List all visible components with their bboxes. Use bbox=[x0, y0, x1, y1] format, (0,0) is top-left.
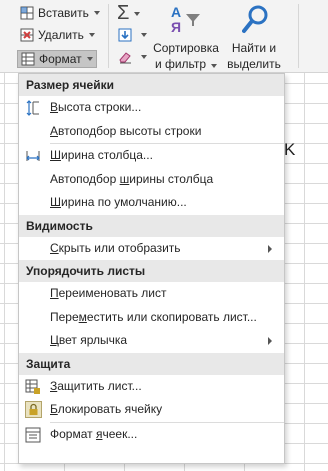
rename-sheet-label: Переименовать лист bbox=[50, 286, 167, 300]
menu-item-hide-unhide[interactable]: Скрыть или отобразить bbox=[19, 237, 284, 261]
menu-item-format-cells[interactable]: Формат ячеек... bbox=[19, 423, 284, 447]
format-button[interactable]: Формат bbox=[17, 50, 97, 68]
row-height-label-post: ысота строки... bbox=[58, 100, 142, 114]
default-width-label-hotkey: Ш bbox=[50, 195, 61, 209]
submenu-arrow-icon bbox=[268, 244, 272, 253]
autofit-row-label: Автоподбор высоты строки bbox=[50, 124, 201, 138]
autofit-row-label-post: втоподбор высоты строки bbox=[58, 123, 202, 138]
row-height-icon bbox=[25, 100, 41, 116]
column-width-label: Ширина столбца... bbox=[50, 148, 153, 162]
format-icon bbox=[21, 52, 35, 66]
chevron-down-icon bbox=[141, 33, 147, 37]
lock-icon bbox=[25, 401, 42, 418]
column-header-k: K bbox=[284, 140, 296, 159]
section-protection: Защита bbox=[19, 352, 284, 375]
rename-sheet-label-post: ереименовать лист bbox=[58, 286, 167, 300]
insert-cells-icon bbox=[20, 6, 34, 20]
menu-item-tab-color[interactable]: Цвет ярлычка bbox=[19, 329, 284, 353]
sort-filter-label-row: и фильтр bbox=[151, 56, 221, 72]
sort-filter-button[interactable]: А Я Сортировка и фильтр bbox=[151, 4, 221, 72]
chevron-down-icon bbox=[141, 55, 147, 59]
delete-cells-icon bbox=[20, 28, 34, 42]
sort-letter-a: А bbox=[171, 4, 182, 20]
menu-item-default-width[interactable]: Ширина по умолчанию... bbox=[19, 191, 284, 215]
find-select-label-1: Найти и bbox=[231, 41, 277, 55]
sort-letter-ya: Я bbox=[171, 19, 182, 35]
fill-button[interactable] bbox=[118, 28, 147, 42]
filter-funnel-icon bbox=[186, 14, 200, 26]
clear-button[interactable] bbox=[118, 50, 147, 64]
move-copy-label-post: естить или скопировать лист... bbox=[86, 309, 257, 324]
format-dropdown-menu: Размер ячейки Высота строки... Автоподбо… bbox=[18, 73, 285, 464]
chevron-down-icon bbox=[134, 11, 141, 16]
section-visibility: Видимость bbox=[19, 214, 284, 237]
sigma-icon: Σ bbox=[117, 2, 130, 24]
format-cells-label: Формат ячеек... bbox=[50, 427, 137, 441]
chevron-down-icon bbox=[211, 64, 218, 68]
section-organize-sheets: Упорядочить листы bbox=[19, 260, 284, 282]
delete-label: Удалить bbox=[38, 28, 84, 42]
hide-unhide-label-post: крыть или отобразить bbox=[58, 240, 181, 255]
menu-item-autofit-row-height[interactable]: Автоподбор высоты строки bbox=[19, 120, 284, 144]
menu-item-row-height[interactable]: Высота строки... bbox=[19, 96, 284, 120]
hide-unhide-label: Скрыть или отобразить bbox=[50, 241, 181, 255]
menu-item-autofit-column-width[interactable]: Автоподбор ширины столбца bbox=[19, 168, 284, 192]
delete-button[interactable]: Удалить bbox=[20, 28, 95, 42]
fill-down-icon bbox=[118, 28, 132, 42]
chevron-down-icon bbox=[88, 33, 95, 37]
lock-cell-label-post: локировать ячейку bbox=[57, 402, 163, 416]
protect-sheet-icon bbox=[25, 379, 41, 395]
format-cells-icon bbox=[25, 427, 41, 443]
sort-filter-label-1: Сортировка bbox=[153, 41, 219, 55]
tab-color-label-post: вет ярлычка bbox=[58, 333, 128, 347]
menu-item-lock-cell[interactable]: Блокировать ячейку bbox=[19, 398, 284, 422]
format-label: Формат bbox=[39, 52, 82, 66]
column-width-label-hotkey: Ш bbox=[50, 148, 61, 162]
chevron-down-icon bbox=[86, 57, 93, 61]
submenu-arrow-icon bbox=[268, 337, 272, 345]
row-height-label-hotkey: В bbox=[50, 100, 59, 114]
chevron-down-icon bbox=[93, 11, 100, 15]
protect-sheet-label: Защитить лист... bbox=[50, 379, 142, 393]
move-copy-label: Переместить или скопировать лист... bbox=[50, 310, 257, 324]
format-cells-label-post: чеек... bbox=[102, 426, 138, 441]
tab-color-label: Цвет ярлычка bbox=[50, 333, 127, 347]
ribbon-separator bbox=[298, 4, 299, 68]
autofit-column-label: Автоподбор ширины столбца bbox=[50, 172, 213, 186]
lock-cell-label: Блокировать ячейку bbox=[50, 402, 162, 416]
autosum-button[interactable]: Σ bbox=[117, 2, 141, 25]
protect-sheet-label-post: ащитить лист... bbox=[57, 378, 142, 393]
autofit-column-label-hotkey: ш bbox=[119, 171, 130, 186]
ribbon: Вставить Удалить Формат Σ А Я Сортировка… bbox=[0, 0, 328, 84]
row-height-label: Высота строки... bbox=[50, 100, 141, 114]
move-copy-label-hotkey: м bbox=[78, 309, 87, 324]
default-width-label: Ширина по умолчанию... bbox=[50, 195, 187, 209]
move-copy-label-pre: Пере bbox=[50, 309, 79, 324]
column-width-icon bbox=[25, 148, 41, 164]
hide-unhide-label-hotkey: С bbox=[50, 240, 59, 255]
lock-cell-label-hotkey: Б bbox=[50, 402, 58, 416]
menu-item-rename-sheet[interactable]: Переименовать лист bbox=[19, 282, 284, 306]
menu-item-column-width[interactable]: Ширина столбца... bbox=[19, 144, 284, 168]
menu-item-protect-sheet[interactable]: Защитить лист... bbox=[19, 375, 284, 399]
rename-sheet-label-hotkey: П bbox=[50, 286, 59, 300]
find-select-label-2: выделить bbox=[227, 57, 281, 71]
insert-label: Вставить bbox=[38, 6, 89, 20]
default-width-label-post: ирина по умолчанию... bbox=[61, 195, 187, 209]
insert-button[interactable]: Вставить bbox=[20, 6, 100, 20]
autofit-column-label-pre: Автоподбор bbox=[50, 171, 120, 186]
ribbon-separator bbox=[108, 4, 109, 68]
menu-item-move-copy-sheet[interactable]: Переместить или скопировать лист... bbox=[19, 306, 284, 330]
autofit-column-label-post: ирины столбца bbox=[129, 171, 214, 186]
tab-color-label-hotkey: Ц bbox=[50, 333, 59, 347]
format-cells-label-pre: Формат bbox=[50, 426, 96, 441]
sort-filter-icon: А Я bbox=[151, 4, 221, 40]
column-width-label-post: ирина столбца... bbox=[61, 148, 153, 162]
autofit-row-label-hotkey: А bbox=[50, 123, 59, 138]
magnifier-icon bbox=[222, 4, 286, 40]
sort-filter-label-2: и фильтр bbox=[154, 57, 207, 71]
section-cell-size: Размер ячейки bbox=[19, 74, 284, 96]
eraser-icon bbox=[118, 50, 132, 64]
